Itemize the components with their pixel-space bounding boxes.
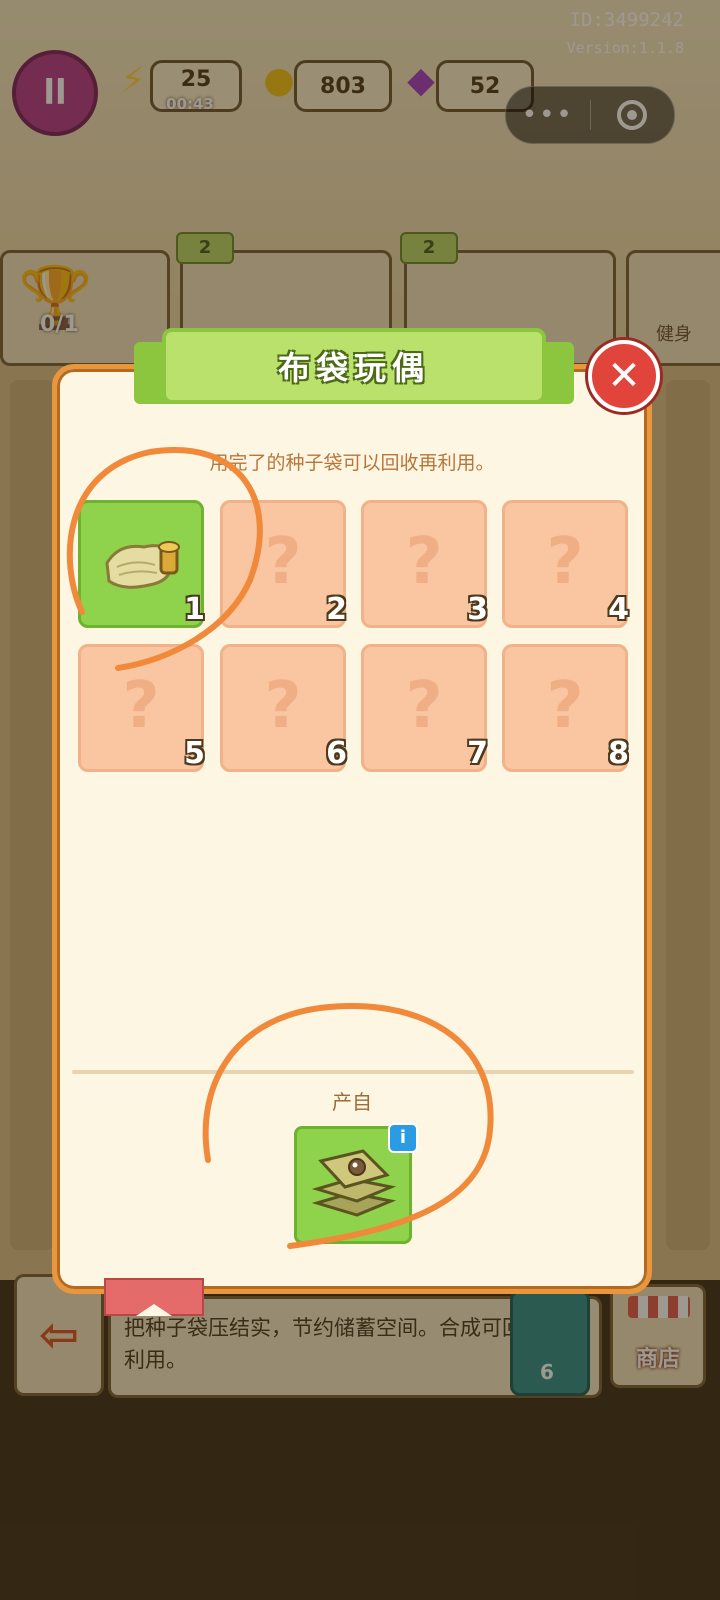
evolution-slot-locked[interactable]: ? 3 (361, 500, 488, 628)
question-icon: ? (546, 669, 584, 743)
evolution-slot-locked[interactable]: ? 5 (78, 644, 205, 772)
close-button[interactable]: ✕ (588, 340, 660, 412)
evolution-grid: 1 ? 2 ? 3 ? 4 ? 5 ? 6 ? 7 ? 8 (78, 500, 630, 772)
evolution-slot-locked[interactable]: ? 6 (220, 644, 347, 772)
cloth-scroll-icon (105, 541, 180, 589)
question-icon: ? (264, 525, 302, 599)
evolution-slot-locked[interactable]: ? 8 (502, 644, 629, 772)
question-icon: ? (122, 669, 160, 743)
source-label: 产自 (332, 1090, 372, 1114)
slot-number: 5 (184, 736, 205, 771)
slot-number: 8 (608, 736, 629, 771)
slot-number: 7 (467, 736, 488, 771)
close-icon: ✕ (607, 353, 641, 399)
question-icon: ? (264, 669, 302, 743)
slot-number: 6 (326, 736, 347, 771)
evolution-slot-locked[interactable]: ? 2 (220, 500, 347, 628)
slot-number: 1 (184, 592, 205, 627)
banner-plate: 布袋玩偶 (162, 328, 546, 404)
info-icon[interactable]: i (388, 1123, 418, 1153)
dialog-title: 布袋玩偶 (277, 349, 430, 387)
question-icon: ? (405, 669, 443, 743)
slot-number: 3 (467, 592, 488, 627)
slot-number: 4 (608, 592, 629, 627)
dialog-subtitle: 用完了的种子袋可以回收再利用。 (209, 452, 495, 474)
evolution-slot-locked[interactable]: ? 4 (502, 500, 629, 628)
evolution-slot-locked[interactable]: ? 7 (361, 644, 488, 772)
dialog-title-banner: 布袋玩偶 (134, 324, 574, 410)
slot-number: 2 (326, 592, 347, 627)
bookmark-tab (104, 1278, 204, 1316)
question-icon: ? (405, 525, 443, 599)
seed-bag-stack-icon (311, 1149, 397, 1217)
question-icon: ? (546, 525, 584, 599)
evolution-slot[interactable]: 1 (78, 500, 205, 628)
section-divider (72, 1070, 634, 1074)
